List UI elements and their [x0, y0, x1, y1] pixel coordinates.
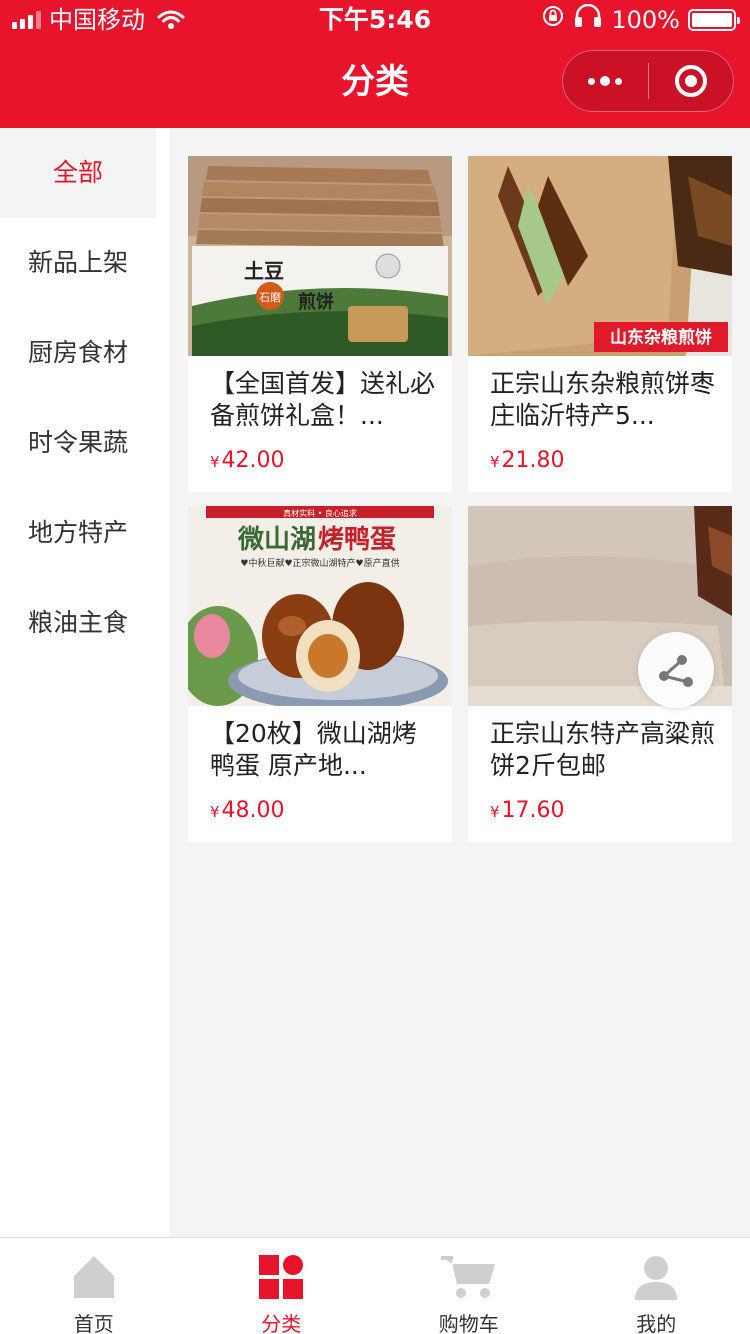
- product-image[interactable]: 山东杂粮煎饼: [468, 156, 732, 356]
- product-card[interactable]: 山东杂粮煎饼 正宗山东杂粮煎饼枣庄临沂特产5... ¥21.80: [468, 156, 732, 492]
- share-icon: [659, 655, 693, 687]
- product-title[interactable]: 正宗山东杂粮煎饼枣庄临沂特产5...: [490, 368, 716, 432]
- sidebar-item-new-arrivals[interactable]: 新品上架: [0, 218, 156, 308]
- sidebar-item-seasonal-produce[interactable]: 时令果蔬: [0, 398, 156, 488]
- image-banner-text: 山东杂粮煎饼: [610, 327, 712, 348]
- image-top-text: 真材实料 • 良心追求: [283, 508, 357, 518]
- category-sidebar: 全部 新品上架 厨房食材 时令果蔬 地方特产 粮油主食: [0, 128, 170, 1237]
- home-icon: [71, 1254, 117, 1300]
- product-title[interactable]: 【全国首发】送礼必备煎饼礼盒！...: [210, 368, 436, 432]
- product-price: ¥42.00: [210, 448, 285, 473]
- close-mini-program-button[interactable]: [649, 51, 734, 111]
- product-card[interactable]: 正宗山东特产高粱煎饼2斤包邮 ¥17.60: [468, 506, 732, 842]
- tab-label: 首页: [73, 1312, 114, 1334]
- product-price: ¥17.60: [490, 798, 565, 823]
- box-badge: 石磨: [259, 291, 281, 304]
- currency-symbol: ¥: [210, 803, 220, 821]
- image-title-a: 微山湖: [237, 524, 316, 555]
- orientation-lock-icon: [541, 0, 565, 40]
- share-button[interactable]: [638, 632, 714, 708]
- currency-symbol: ¥: [490, 453, 500, 471]
- price-value: 42.00: [221, 448, 285, 473]
- sidebar-item-grain-oil-staples[interactable]: 粮油主食: [0, 578, 156, 668]
- tab-label: 我的: [636, 1312, 677, 1334]
- box-label-right: 煎饼: [298, 291, 334, 313]
- sidebar-item-local-specialties[interactable]: 地方特产: [0, 488, 156, 578]
- currency-symbol: ¥: [490, 803, 500, 821]
- mini-program-capsule: [562, 50, 734, 112]
- tab-label: 分类: [261, 1312, 302, 1334]
- product-title[interactable]: 正宗山东特产高粱煎饼2斤包邮: [490, 718, 716, 782]
- image-title-b: 烤鸭蛋: [318, 525, 396, 555]
- price-value: 17.60: [501, 798, 565, 823]
- image-subtitle: ♥中秋巨献♥正宗微山湖特产♥原产直供: [240, 557, 399, 569]
- more-menu-button[interactable]: [563, 51, 648, 111]
- category-icon: [258, 1254, 304, 1300]
- top-bar: 中国移动 下午5:46 100% 分类: [0, 0, 750, 128]
- product-price: ¥48.00: [210, 798, 285, 823]
- tab-mine[interactable]: 我的: [563, 1238, 750, 1334]
- product-title[interactable]: 【20枚】微山湖烤鸭蛋 原产地...: [210, 718, 436, 782]
- tab-home[interactable]: 首页: [0, 1238, 188, 1334]
- tab-category[interactable]: 分类: [188, 1238, 376, 1334]
- battery-icon: [688, 9, 740, 31]
- target-icon: [674, 65, 707, 97]
- status-right: 100%: [541, 0, 740, 40]
- price-value: 48.00: [221, 798, 285, 823]
- price-value: 21.80: [501, 448, 565, 473]
- product-price: ¥21.80: [490, 448, 565, 473]
- user-icon: [633, 1254, 679, 1300]
- headphones-icon: [573, 0, 603, 40]
- status-bar: 中国移动 下午5:46 100%: [0, 0, 750, 40]
- sidebar-item-kitchen-ingredients[interactable]: 厨房食材: [0, 308, 156, 398]
- cart-icon: [440, 1254, 497, 1300]
- product-card[interactable]: 土豆 石磨 煎饼 【全国首发】送礼必备煎饼礼盒！... ¥42.00: [188, 156, 452, 492]
- tab-bar: 首页 分类 购物车 我的: [0, 1237, 750, 1334]
- sidebar-item-all[interactable]: 全部: [0, 128, 156, 218]
- screen: 中国移动 下午5:46 100% 分类 全部 新品上架 厨房食材 时令果蔬 地方…: [0, 0, 750, 1334]
- product-image[interactable]: 真材实料 • 良心追求 微山湖 烤鸭蛋 ♥中秋巨献♥正宗微山湖特产♥原产直供: [188, 506, 452, 706]
- currency-symbol: ¥: [210, 453, 220, 471]
- battery-percent: 100%: [611, 6, 680, 34]
- product-card[interactable]: 真材实料 • 良心追求 微山湖 烤鸭蛋 ♥中秋巨献♥正宗微山湖特产♥原产直供 【…: [188, 506, 452, 842]
- product-grid: 土豆 石磨 煎饼 【全国首发】送礼必备煎饼礼盒！... ¥42.00 山东杂粮煎…: [170, 128, 750, 1237]
- box-label-left: 土豆: [244, 259, 284, 283]
- tab-cart[interactable]: 购物车: [375, 1238, 563, 1334]
- product-image[interactable]: 土豆 石磨 煎饼: [188, 156, 452, 356]
- tab-label: 购物车: [438, 1312, 499, 1334]
